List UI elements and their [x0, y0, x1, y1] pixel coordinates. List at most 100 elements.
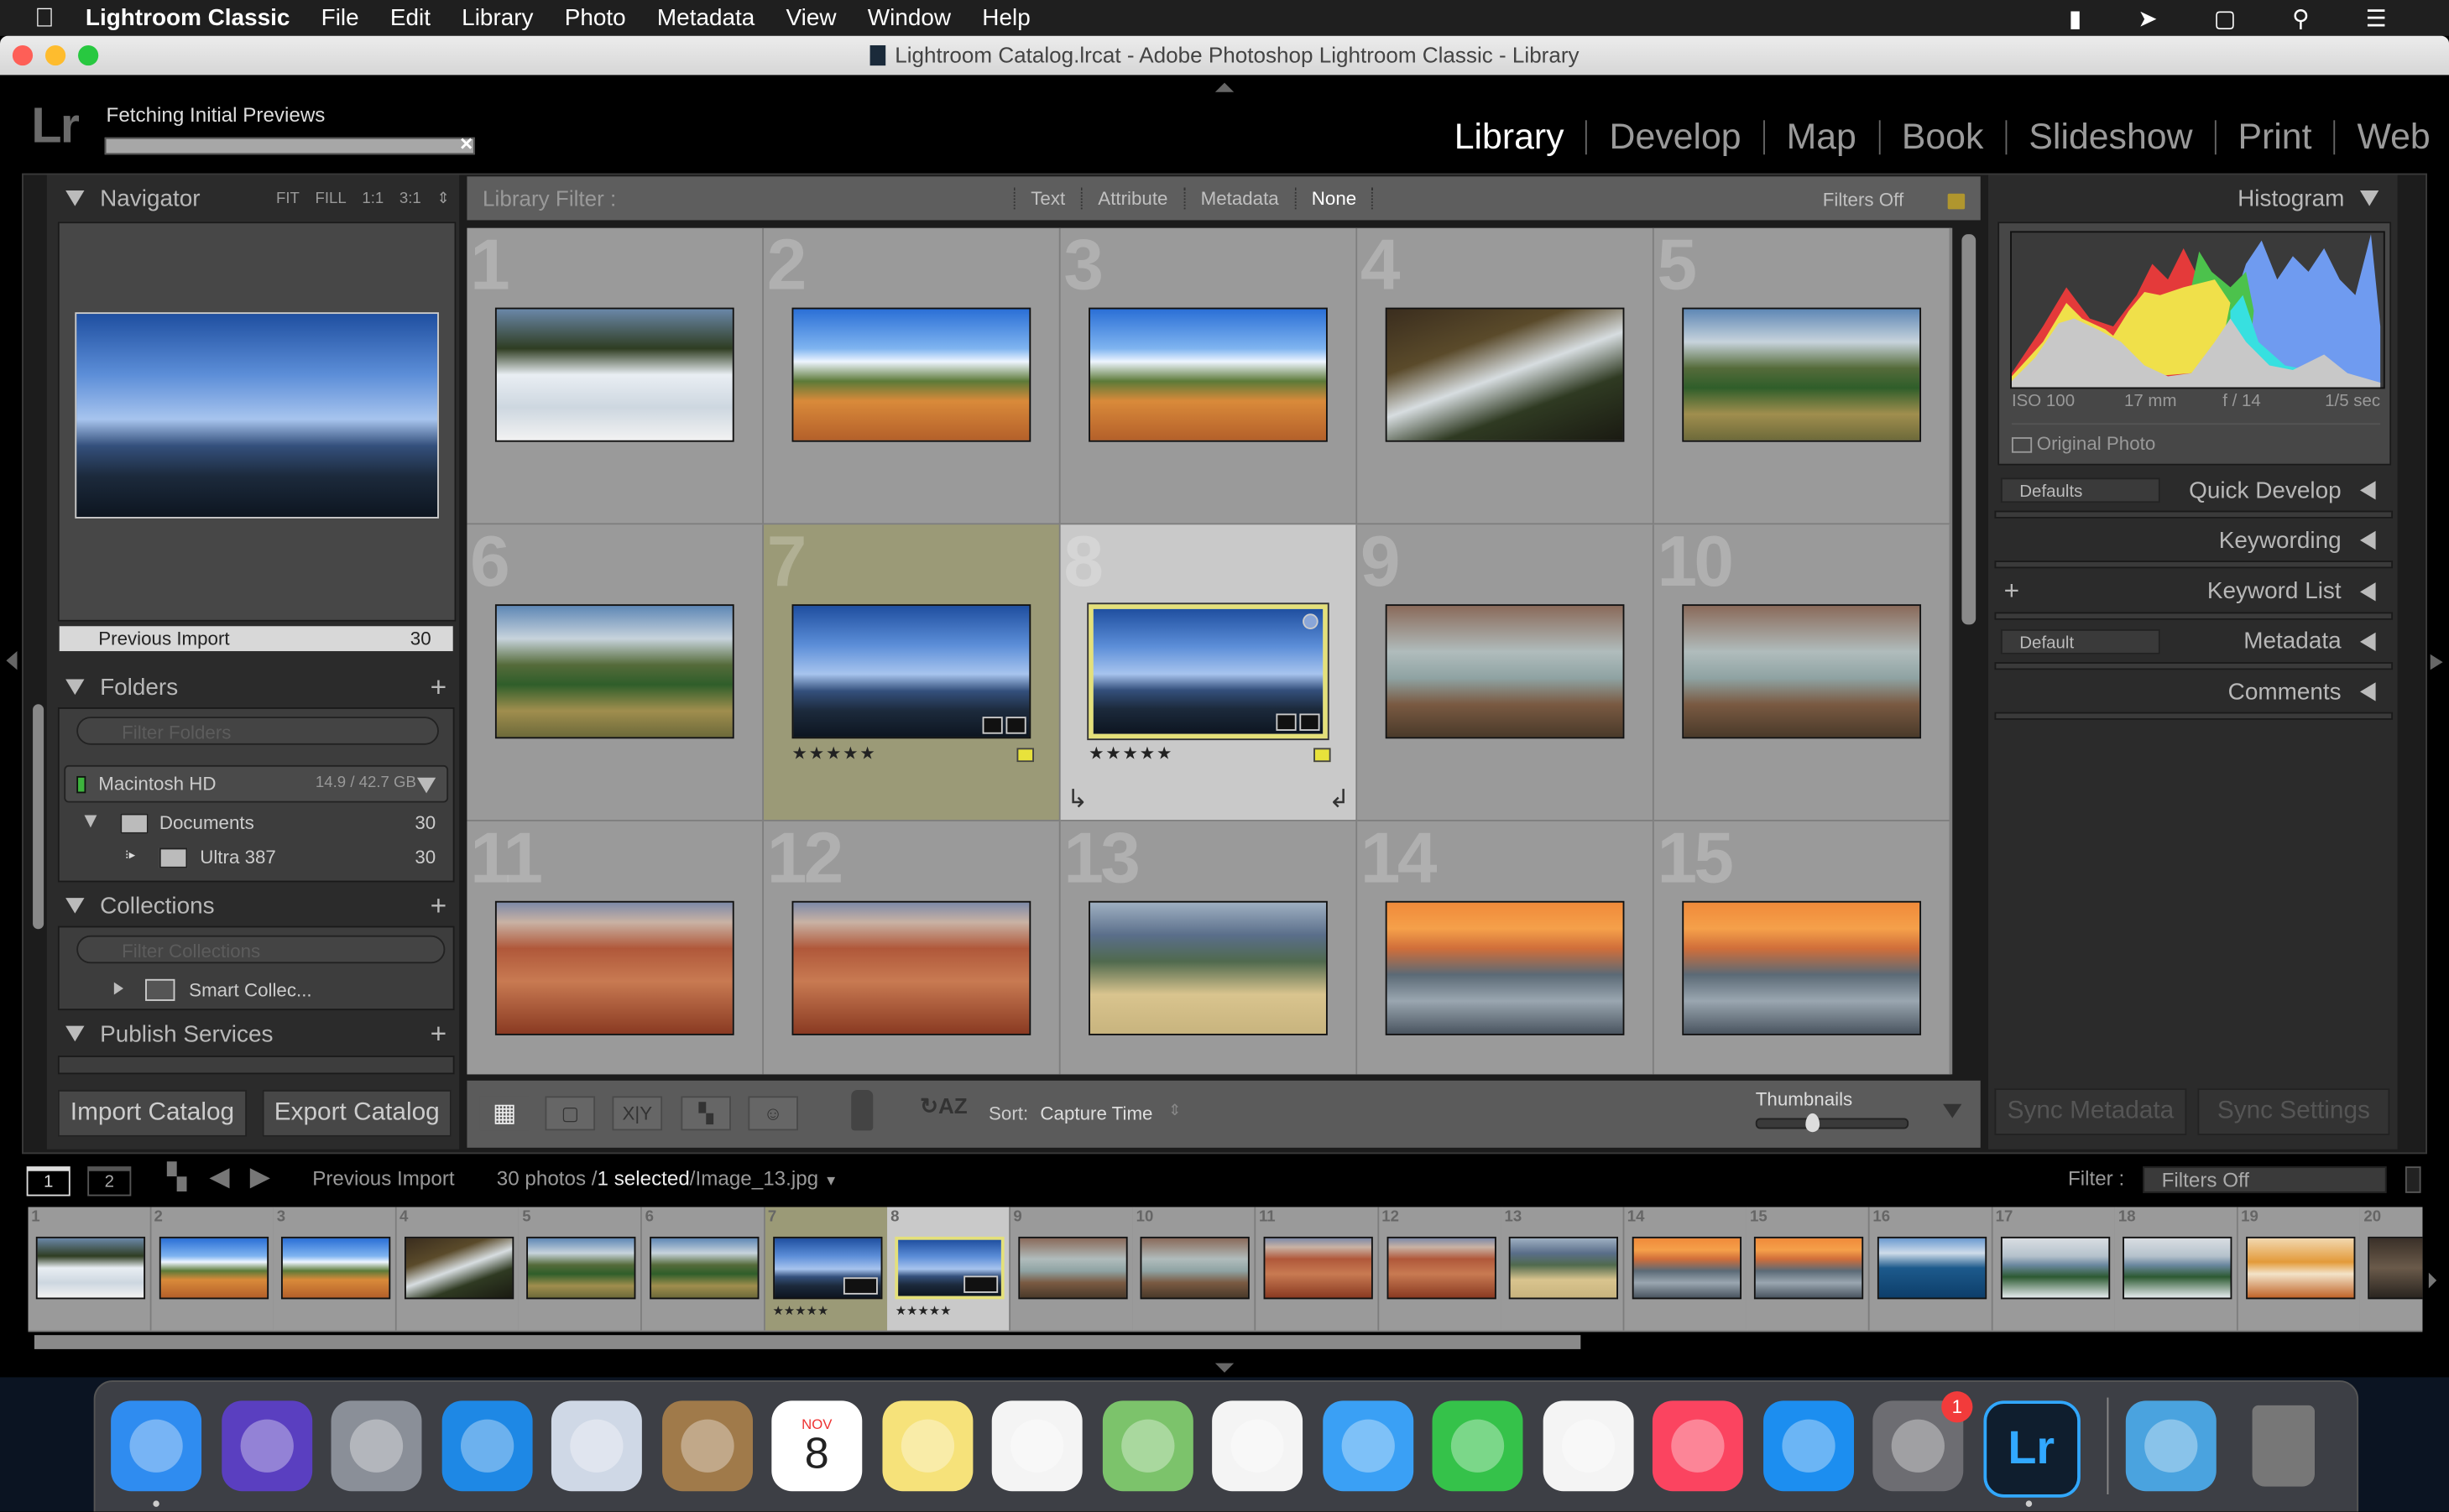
main-window-button[interactable]: 1: [26, 1166, 70, 1197]
grid-cell[interactable]: 1: [467, 227, 765, 525]
filmstrip-cell[interactable]: 6: [641, 1207, 765, 1331]
filmstrip-cell[interactable]: 14: [1624, 1207, 1748, 1331]
grid-cell[interactable]: 2: [764, 227, 1061, 525]
expand-triangle-icon[interactable]: [113, 982, 124, 995]
dock-calendar[interactable]: NOV 8: [771, 1400, 863, 1492]
grid-cell[interactable]: 13: [1060, 821, 1358, 1075]
show-left-panel-arrow[interactable]: [6, 649, 18, 677]
control-list-icon[interactable]: ☰: [2366, 5, 2387, 33]
filmstrip-thumbnail[interactable]: [1632, 1236, 1741, 1300]
dock-downloads[interactable]: [2125, 1400, 2217, 1492]
collapse-top-panel-arrow[interactable]: [1214, 82, 1235, 92]
display-icon[interactable]: ▢: [2214, 5, 2236, 33]
filmstrip-cell[interactable]: 17: [1992, 1207, 2116, 1331]
sort-dropdown[interactable]: Capture Time: [1040, 1103, 1152, 1124]
add-keyword-icon[interactable]: +: [2004, 576, 2019, 607]
preset-dropdown[interactable]: Default: [2000, 628, 2160, 654]
filter-attribute[interactable]: Attribute: [1080, 187, 1183, 210]
expand-triangle-icon[interactable]: [84, 815, 97, 828]
filmstrip-scroll-right-arrow[interactable]: [2428, 1268, 2437, 1296]
photo-thumbnail[interactable]: [1087, 602, 1329, 741]
filmstrip-cell[interactable]: 11: [1256, 1207, 1380, 1331]
zoom-fill[interactable]: FILL: [316, 190, 347, 206]
photo-thumbnail[interactable]: [1089, 900, 1328, 1035]
filmstrip-cell[interactable]: 3: [274, 1207, 398, 1331]
add-folder-icon[interactable]: +: [431, 670, 447, 703]
photo-thumbnail[interactable]: [1089, 307, 1328, 442]
sort-direction-icon[interactable]: ↻AZ: [920, 1093, 968, 1120]
filmstrip-cell[interactable]: 18: [2115, 1207, 2239, 1331]
original-photo-checkbox[interactable]: [2011, 437, 2033, 453]
filter-collections-input[interactable]: Filter Collections: [76, 935, 446, 964]
filmstrip-cell[interactable]: 8 ★★★★★: [887, 1207, 1011, 1331]
filmstrip-thumbnail[interactable]: [2000, 1236, 2110, 1300]
filmstrip-thumbnail[interactable]: [1877, 1236, 1987, 1300]
dock-lightroom[interactable]: Lr: [1982, 1400, 2080, 1498]
star-rating[interactable]: ★★★★★: [1089, 743, 1173, 764]
dock-mail[interactable]: [551, 1400, 642, 1492]
photo-thumbnail[interactable]: [1682, 900, 1922, 1035]
dock-contacts[interactable]: [661, 1400, 753, 1492]
metadata-edited-badge-icon[interactable]: [1276, 713, 1297, 731]
dock-maps[interactable]: [1101, 1400, 1193, 1492]
dock-news[interactable]: [1542, 1400, 1633, 1492]
spotlight-search-icon[interactable]: ⚲: [2292, 5, 2309, 33]
grid-cell[interactable]: 5: [1653, 227, 1951, 525]
dock-system-preferences[interactable]: 1: [1872, 1391, 1973, 1492]
show-right-panel-arrow[interactable]: [2430, 649, 2443, 677]
grid-cell[interactable]: 7 ★★★★★: [764, 524, 1061, 821]
filmstrip-thumbnail[interactable]: [772, 1236, 882, 1300]
publish-services-header[interactable]: Publish Services +: [47, 1014, 459, 1054]
filmstrip-thumbnail[interactable]: [1386, 1236, 1496, 1300]
apple-icon[interactable]: : [34, 3, 55, 34]
people-view-button[interactable]: ☺: [748, 1096, 798, 1131]
add-collection-icon[interactable]: +: [431, 889, 447, 922]
filter-metadata[interactable]: Metadata: [1183, 187, 1294, 210]
collections-header[interactable]: Collections +: [47, 885, 459, 925]
menu-window[interactable]: Window: [868, 5, 951, 32]
filmstrip-thumbnail[interactable]: [404, 1236, 514, 1300]
color-label-yellow[interactable]: [1016, 748, 1034, 763]
filter-presets-dropdown[interactable]: Filters Off: [1823, 189, 1903, 211]
filmstrip-cell[interactable]: 7 ★★★★★: [765, 1207, 889, 1331]
secondary-window-button[interactable]: 2: [87, 1166, 132, 1197]
filmstrip-thumbnail[interactable]: [35, 1236, 146, 1300]
grid-cell[interactable]: 4: [1357, 227, 1654, 525]
app-menu[interactable]: Lightroom Classic: [86, 5, 290, 32]
painter-icon[interactable]: [851, 1089, 874, 1131]
zoom-3-1[interactable]: 3:1: [399, 190, 421, 206]
filmstrip-thumbnail[interactable]: [650, 1236, 760, 1300]
filter-text[interactable]: Text: [1013, 187, 1081, 210]
dock-safari[interactable]: [441, 1400, 532, 1492]
filmstrip-cell[interactable]: 13: [1501, 1207, 1625, 1331]
toolbar-content-menu-icon[interactable]: [1943, 1103, 1962, 1118]
filmstrip-thumbnail[interactable]: [1509, 1236, 1619, 1300]
filmstrip-cell[interactable]: 4: [396, 1207, 520, 1331]
dock-reminders[interactable]: [991, 1400, 1083, 1492]
compare-view-button[interactable]: X|Y: [612, 1096, 663, 1131]
zoom-stepper-icon[interactable]: ⇕: [436, 190, 450, 206]
zoom-1-1[interactable]: 1:1: [362, 190, 384, 206]
grid-view-icon[interactable]: ▚: [167, 1162, 186, 1193]
cancel-activity-icon[interactable]: ✕: [459, 134, 473, 154]
filmstrip-thumbnail[interactable]: [1263, 1236, 1373, 1300]
filmstrip-cell[interactable]: 16: [1869, 1207, 1993, 1331]
module-print[interactable]: Print: [2238, 116, 2311, 158]
filmstrip-cell[interactable]: 12: [1378, 1207, 1502, 1331]
photo-thumbnail[interactable]: [791, 307, 1031, 442]
left-panel-scrollbar[interactable]: [33, 704, 44, 930]
filmstrip-cell[interactable]: 19: [2238, 1207, 2362, 1331]
filmstrip-cell[interactable]: 1: [28, 1207, 152, 1331]
grid-cell[interactable]: 9: [1357, 524, 1654, 821]
panel-header-quick-develop[interactable]: Defaults Quick Develop: [1988, 472, 2398, 509]
filmstrip-thumbnail[interactable]: [2368, 1236, 2423, 1300]
photo-thumbnail[interactable]: [791, 604, 1031, 739]
quick-collection-marker-icon[interactable]: [1303, 613, 1318, 629]
filmstrip-cell[interactable]: 15: [1747, 1207, 1871, 1331]
rotate-left-icon[interactable]: ↳: [1067, 784, 1088, 815]
grid-cell[interactable]: 11: [467, 821, 765, 1075]
lock-icon[interactable]: [1947, 193, 1966, 210]
filmstrip-thumbnail[interactable]: [2123, 1236, 2232, 1300]
filmstrip-selection-info[interactable]: 30 photos /1 selected/Image_13.jpg ▼: [497, 1166, 838, 1190]
filmstrip-cell[interactable]: 20: [2360, 1207, 2423, 1331]
